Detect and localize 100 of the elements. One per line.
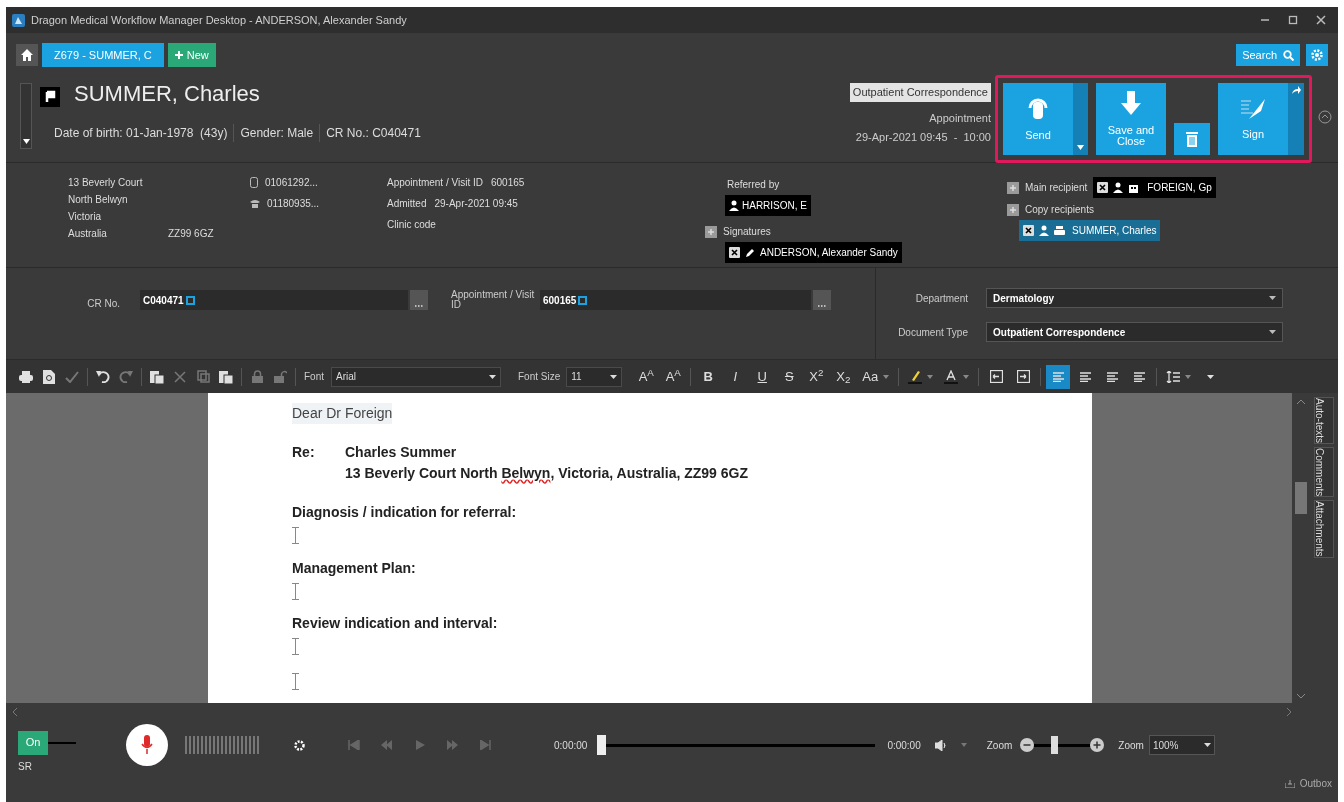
position-time: 0:00:00	[554, 738, 588, 753]
position-time: 0:00:00	[887, 738, 921, 753]
link-marker-icon	[185, 295, 195, 305]
caret-icon	[1203, 743, 1211, 747]
search-icon	[1283, 49, 1294, 61]
zoom-in-icon	[1090, 738, 1105, 752]
copy-recipient-chip: SUMMER, Charles	[1019, 220, 1161, 241]
visit-id-label: Appointment / Visit ID	[450, 290, 536, 310]
caret-icon	[960, 743, 967, 747]
visit-id-field[interactable]: 600165	[540, 290, 811, 310]
visit-label: Admitted	[387, 197, 427, 211]
format-button[interactable]: A$^{A}$	[634, 364, 659, 389]
appointment-label: Appointment	[929, 110, 991, 126]
referred-by-label: Referred by	[726, 178, 781, 192]
microphone-icon	[141, 735, 153, 755]
caret-icon	[1269, 330, 1276, 334]
mobile-phone-icon	[250, 177, 258, 188]
copy-icon	[196, 370, 210, 383]
font-label: Font	[304, 370, 324, 384]
appointment-time: 29-Apr-2021 09:45 - 10:00	[855, 130, 991, 145]
settings-icon	[1311, 49, 1323, 61]
document-type-dropdown[interactable]: Outpatient Correspondence	[986, 322, 1283, 342]
zoom-out-icon	[1020, 738, 1035, 752]
side-tab[interactable]: Attachments	[1314, 500, 1334, 558]
font-dropdown[interactable]: Arial	[331, 366, 501, 387]
person-icon	[1039, 225, 1049, 236]
position-slider[interactable]	[597, 735, 876, 755]
document-text[interactable]: Charles Summer	[345, 442, 748, 463]
document-heading[interactable]: Review indication and interval:	[292, 613, 498, 634]
format-button[interactable]: I	[723, 364, 748, 389]
zoom-slider[interactable]	[1034, 736, 1091, 754]
zoom-dropdown[interactable]: 100%	[1148, 735, 1215, 755]
remove-icon	[1023, 225, 1034, 236]
trash-icon	[1185, 130, 1199, 147]
printer-icon	[1054, 225, 1065, 236]
caret-icon	[489, 374, 496, 379]
volume-button[interactable]	[934, 739, 967, 751]
document-text[interactable]: 13 Beverly Court North Belwyn, Victoria, Australia, ZZ99 6GZ	[345, 463, 748, 484]
end-icon	[480, 740, 492, 750]
department-dropdown[interactable]: Dermatology	[986, 288, 1283, 308]
print-icon	[19, 370, 33, 383]
phone-number: 01061292...	[265, 176, 318, 190]
preview-icon	[43, 369, 55, 384]
paste-icon	[150, 369, 164, 384]
patient-detail: Gender: Male	[233, 124, 314, 142]
visit-value: 600165	[491, 176, 525, 190]
signatures-label: Signatures	[723, 225, 771, 239]
caret-icon	[1077, 144, 1084, 150]
headset-icon	[1026, 96, 1050, 122]
align-button[interactable]	[1046, 364, 1071, 389]
document-heading[interactable]: Management Plan:	[292, 557, 416, 579]
outbox-button[interactable]: Outbox	[1284, 776, 1332, 791]
collapse-handle[interactable]	[20, 83, 32, 149]
document-type-label: Document Type	[897, 325, 969, 340]
microphone-button[interactable]	[126, 724, 168, 766]
add-icon	[1007, 181, 1019, 194]
add-icon	[1007, 203, 1019, 216]
text-cursor-icon	[292, 672, 299, 690]
font-size-label: Font Size	[518, 370, 561, 384]
format-button[interactable]: S	[777, 364, 802, 389]
document-text[interactable]: Dear Dr Foreign	[292, 403, 393, 424]
scroll-thumb[interactable]	[1295, 482, 1307, 514]
zoom-label: Zoom	[1118, 738, 1144, 753]
department-label: Department	[914, 291, 969, 306]
remove-icon	[729, 247, 740, 258]
home-icon	[21, 49, 33, 61]
document-heading[interactable]: Diagnosis / indication for referral:	[292, 502, 517, 523]
outbox-icon	[1284, 779, 1295, 788]
line-spacing-icon	[1166, 370, 1181, 383]
patient-detail: CR No.: C040471	[319, 124, 421, 142]
format-button[interactable]: B	[696, 364, 721, 389]
format-button[interactable]: X$_{2}$	[831, 364, 856, 389]
maximize-icon	[1288, 15, 1298, 25]
expand-button[interactable]	[1318, 109, 1332, 124]
align-icon	[1079, 371, 1091, 382]
slider-thumb[interactable]	[597, 735, 607, 755]
zoom-label: Zoom	[986, 738, 1013, 753]
side-tab[interactable]: Auto-texts	[1314, 397, 1334, 445]
settings-button[interactable]	[294, 739, 305, 751]
format-button[interactable]: U	[750, 364, 775, 389]
delete-button[interactable]	[1174, 122, 1210, 155]
cr-number-field[interactable]: C040471	[140, 290, 408, 310]
text-cursor-icon	[292, 638, 299, 655]
side-tab[interactable]: Comments	[1314, 447, 1334, 498]
address-line: North Belwyn	[68, 193, 129, 207]
patient-name: SUMMER, Charles	[74, 80, 260, 108]
home-button[interactable]	[16, 44, 38, 66]
format-button[interactable]: X$^{2}$	[804, 364, 829, 389]
scroll-up-icon	[1297, 399, 1305, 404]
scroll-right-icon	[1287, 707, 1292, 716]
slider-thumb[interactable]	[1051, 736, 1059, 754]
indent-icon	[1016, 370, 1030, 383]
re-label[interactable]: Re:	[292, 442, 345, 484]
format-button[interactable]: Aa	[858, 364, 894, 389]
person-icon	[1113, 182, 1124, 193]
recipient-chip: FOREIGN, Gp	[1093, 177, 1216, 198]
lock-icon	[251, 370, 263, 383]
font-size-dropdown[interactable]: 11	[566, 366, 623, 387]
format-button[interactable]: A$^{A}$	[661, 364, 686, 389]
cr-number-label: CR No.	[86, 297, 121, 311]
